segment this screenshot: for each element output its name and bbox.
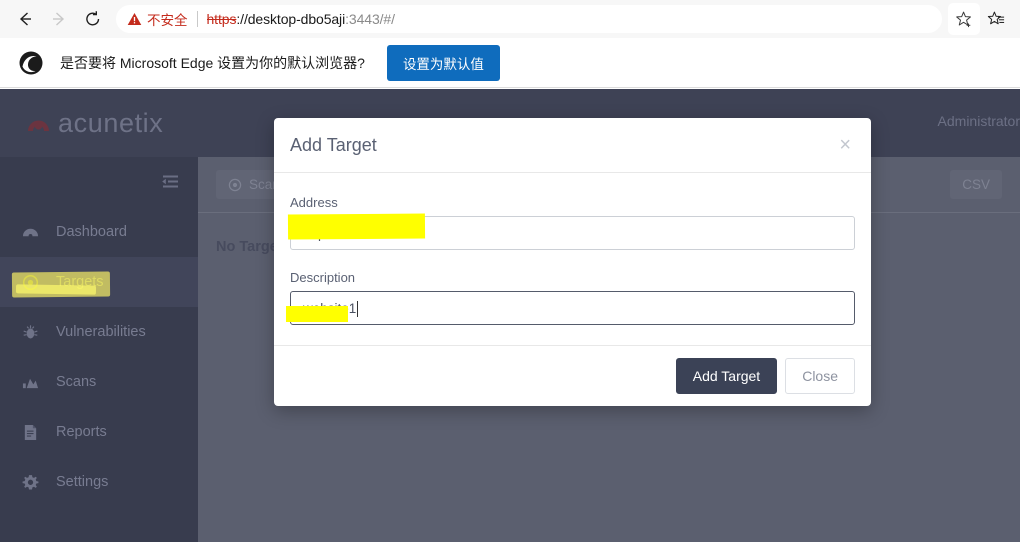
address-input[interactable] [290,216,855,250]
url-path: :3443/#/ [345,11,395,27]
csv-button-label: CSV [962,177,990,192]
text-caret [357,301,358,317]
sidebar-collapse-button[interactable] [0,157,198,207]
sidebar: Dashboard Targets Vulnerabilities Scans … [0,157,198,542]
url-text[interactable]: https://desktop-dbo5aji:3443/#/ [207,11,932,27]
dashboard-icon [22,224,44,241]
address-bar[interactable]: 不安全 https://desktop-dbo5aji:3443/#/ [116,5,942,33]
close-icon[interactable]: × [835,133,855,157]
back-arrow-icon [19,12,31,26]
collections-button[interactable] [980,3,1012,35]
bug-icon [22,324,44,341]
user-name: Administrator [937,113,1020,129]
not-secure-label: 不安全 [147,13,188,28]
modal-footer: Add Target Close [274,345,871,406]
address-label: Address [290,195,338,210]
not-secure-warning-icon [127,12,142,26]
brand-logo[interactable]: acunetix [26,108,163,139]
add-target-submit-button[interactable]: Add Target [675,358,778,394]
description-input[interactable] [290,291,855,325]
sidebar-label-settings: Settings [56,474,109,490]
sidebar-item-reports[interactable]: Reports [0,407,198,457]
sidebar-item-dashboard[interactable]: Dashboard [0,207,198,257]
screenshot-root: 不安全 https://desktop-dbo5aji:3443/#/ 是否要将… [0,0,1020,542]
sidebar-item-vulnerabilities[interactable]: Vulnerabilities [0,307,198,357]
forward-button[interactable] [42,2,76,36]
modal-header: Add Target × [274,118,871,173]
user-menu[interactable]: Administrator [938,113,1020,129]
csv-export-button[interactable]: CSV [950,170,1002,199]
modal-body: Address Description [274,173,871,345]
modal-title: Add Target [290,134,377,155]
sidebar-label-dashboard: Dashboard [56,224,127,240]
sidebar-item-scans[interactable]: Scans [0,357,198,407]
browser-toolbar: 不安全 https://desktop-dbo5aji:3443/#/ [0,0,1020,38]
add-favorite-button[interactable] [948,3,980,35]
refresh-icon [86,11,100,26]
document-icon [22,424,44,441]
sidebar-label-targets: Targets [56,274,104,290]
sidebar-label-reports: Reports [56,424,107,440]
sidebar-item-settings[interactable]: Settings [0,457,198,507]
set-default-button[interactable]: 设置为默认值 [386,44,500,81]
sidebar-item-targets[interactable]: Targets [0,257,198,307]
star-plus-icon [955,11,971,27]
description-label: Description [290,270,356,285]
close-button[interactable]: Close [785,358,855,394]
sidebar-label-scans: Scans [56,374,97,390]
forward-arrow-icon [53,12,65,26]
refresh-button[interactable] [76,2,110,36]
url-host: desktop-dbo5aji [247,11,346,27]
url-scheme: https [206,11,237,27]
url-separator: :// [236,11,248,27]
set-default-browser-bar: 是否要将 Microsoft Edge 设置为你的默认浏览器? 设置为默认值 [0,38,1020,88]
scan-target-icon [228,178,242,192]
back-button[interactable] [8,2,42,36]
acunetix-logo-icon [26,112,51,134]
edge-logo-icon [18,50,44,76]
add-target-modal: Add Target × Address Description Add Tar… [274,118,871,406]
target-icon [22,274,44,291]
url-divider [196,11,198,27]
set-default-message: 是否要将 Microsoft Edge 设置为你的默认浏览器? [60,54,365,71]
star-lines-icon [987,11,1004,24]
sidebar-label-vulnerabilities: Vulnerabilities [56,324,146,340]
gear-icon [22,474,44,491]
brand-name: acunetix [58,107,164,138]
collapse-menu-icon [162,175,178,188]
chart-icon [22,374,44,391]
description-field-group: Description [290,270,855,325]
address-field-group: Address [290,195,855,250]
